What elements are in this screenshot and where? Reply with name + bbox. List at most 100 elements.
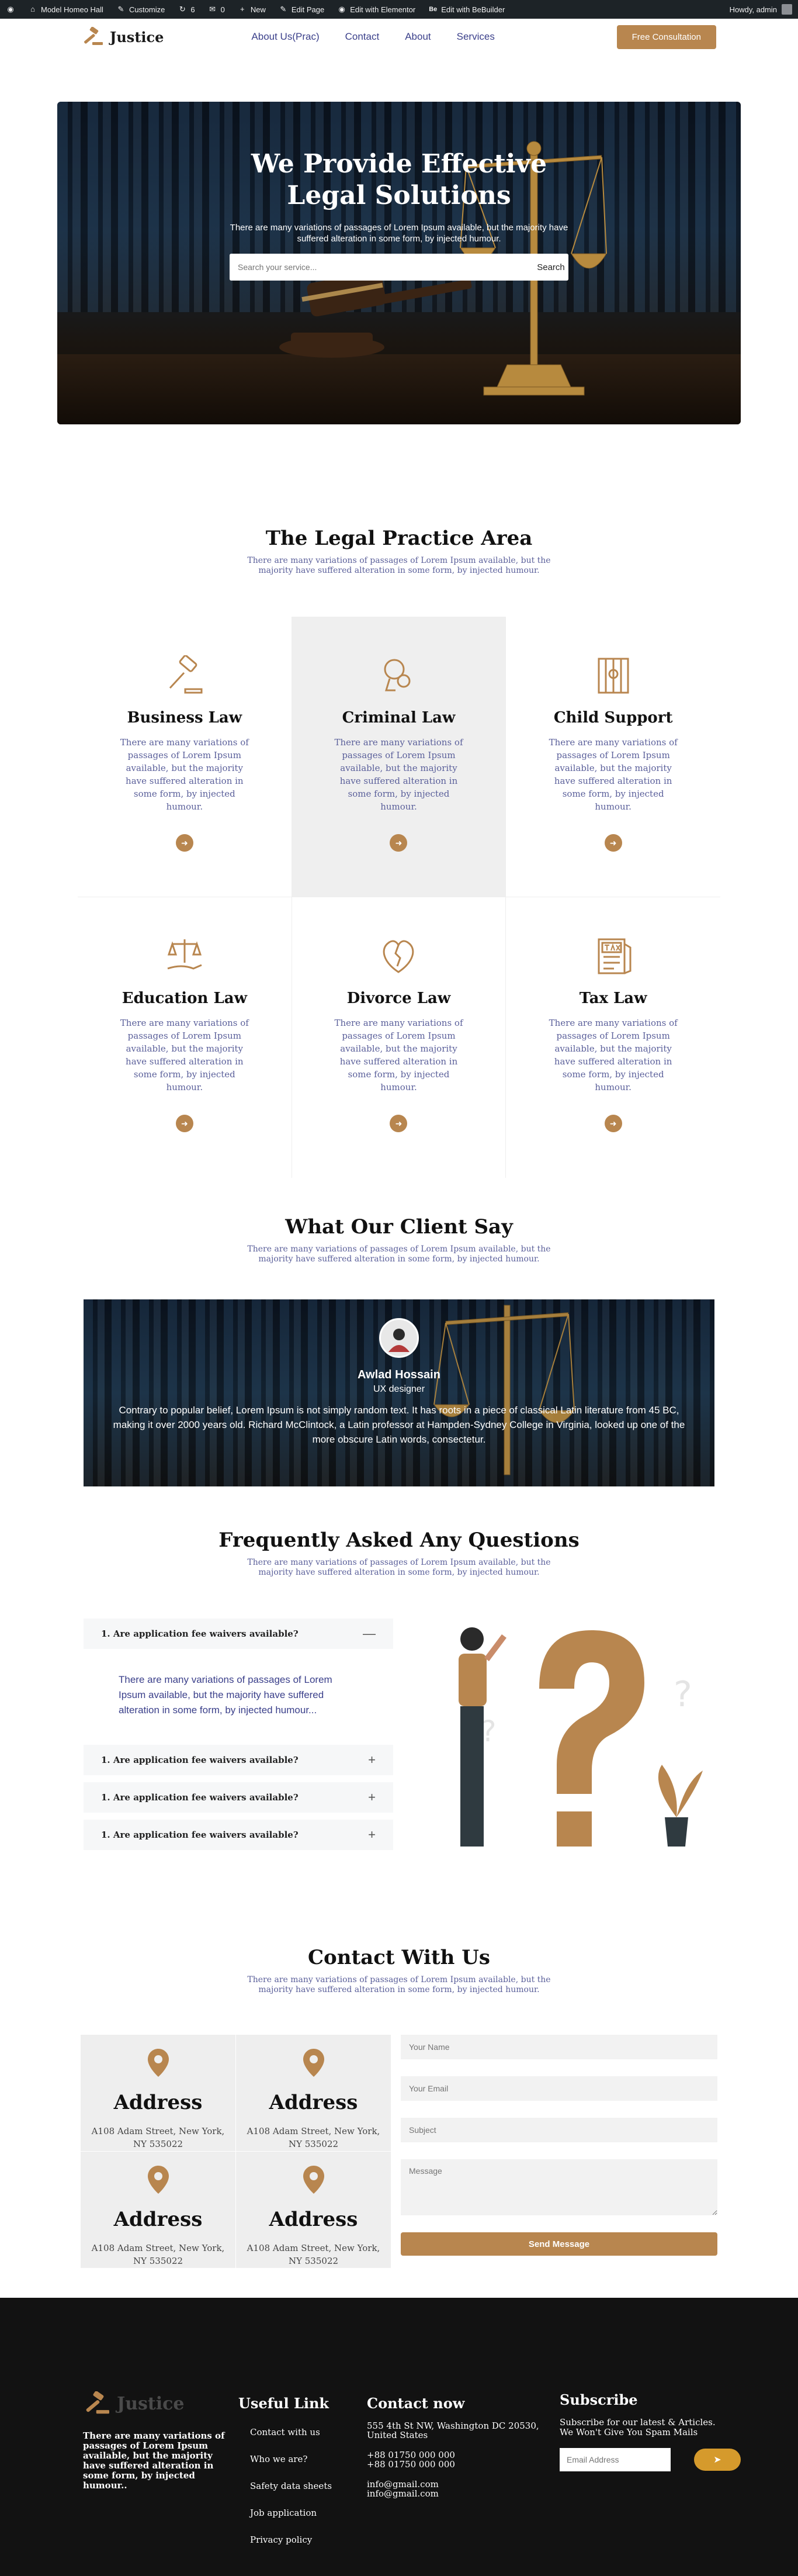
practice-card-criminal-law[interactable]: Criminal Law There are many variations o… [292, 617, 506, 897]
minus-icon[interactable]: — [363, 1626, 376, 1641]
new-content-link[interactable]: + New [238, 5, 266, 14]
elementor-icon: ◉ [338, 5, 345, 13]
practice-subtitle: There are many variations of passages of… [247, 556, 551, 575]
footer-link-contact[interactable]: Contact with us [250, 2427, 332, 2437]
card-text: There are many variations of passages of… [334, 737, 463, 812]
practice-card-business-law[interactable]: Business Law There are many variations o… [78, 617, 292, 897]
bebuilder-label: Edit with BeBuilder [441, 5, 505, 14]
arrow-right-icon[interactable]: ➜ [390, 1115, 408, 1132]
footer-link-privacy-policy[interactable]: Privacy policy [250, 2534, 332, 2545]
address-title: Address [269, 2091, 358, 2114]
person-avatar-icon [388, 1329, 410, 1352]
client-role: UX designer [373, 1384, 425, 1394]
testimonial-slider[interactable]: Awlad Hossain UX designer Contrary to po… [84, 1299, 714, 1486]
plus-icon[interactable]: + [368, 1827, 376, 1842]
free-consultation-button[interactable]: Free Consultation [616, 25, 716, 49]
refresh-icon: ↻ [179, 5, 186, 13]
card-title: Education Law [122, 990, 247, 1007]
arrow-right-icon[interactable]: ➜ [175, 834, 193, 852]
footer-link-safety-data[interactable]: Safety data sheets [250, 2481, 332, 2491]
wp-admin-bar: ◉ ⌂ Model Homeo Hall ✎ Customize ↻ 6 ✉ 0 + Ne… [0, 0, 798, 19]
subscribe-email-input[interactable] [560, 2448, 671, 2471]
testimonials-subtitle: There are many variations of passages of… [247, 1244, 551, 1264]
customize-link[interactable]: ✎ Customize [116, 5, 165, 14]
practice-card-tax-law[interactable]: Tax Law There are many variations of pas… [506, 897, 720, 1178]
footer-logo[interactable]: Justice [83, 2391, 235, 2416]
location-pin-icon [147, 2166, 169, 2194]
elementor-link[interactable]: ◉ Edit with Elementor [337, 5, 416, 14]
practice-area-section: The Legal Practice Area There are many v… [0, 527, 798, 1178]
plus-icon[interactable]: + [368, 1752, 376, 1768]
account-menu[interactable]: Howdy, admin [730, 4, 792, 15]
site-header: Justice About Us(Prac) Contact About Ser… [0, 19, 798, 55]
hero-content: We Provide Effective Legal Solutions The… [57, 148, 741, 281]
edit-page-link[interactable]: ✎ Edit Page [279, 5, 324, 14]
arrow-right-icon[interactable]: ➜ [604, 1115, 622, 1132]
email-field[interactable] [401, 2076, 717, 2101]
testimonials-section: What Our Client Say There are many varia… [0, 1215, 798, 1486]
subject-field[interactable] [401, 2118, 717, 2142]
updates-link[interactable]: ↻ 6 [178, 5, 195, 14]
main-nav: About Us(Prac) Contact About Services [251, 31, 494, 43]
nav-about-us-prac[interactable]: About Us(Prac) [251, 31, 319, 43]
nav-contact[interactable]: Contact [345, 31, 380, 43]
footer-phone-2[interactable]: +88 01750 000 000 [367, 2459, 455, 2470]
bebuilder-link[interactable]: Be Edit with BeBuilder [428, 5, 505, 14]
arrow-right-icon[interactable]: ➜ [604, 834, 622, 852]
site-logo-text: Justice [110, 28, 164, 46]
client-quote: Contrary to popular belief, Lorem Ipsum … [113, 1405, 685, 1445]
jail-icon [598, 658, 629, 694]
footer-email-2[interactable]: info@gmail.com [367, 2488, 439, 2499]
client-name: Awlad Hossain [358, 1368, 440, 1381]
gavel-icon [169, 655, 203, 694]
search-button[interactable]: Search [533, 254, 568, 281]
address-card: Address A108 Adam Street, New York, NY 5… [81, 2035, 236, 2152]
message-field[interactable] [401, 2159, 717, 2215]
faq-question: 1. Are application fee waivers available… [101, 1830, 299, 1840]
nav-about[interactable]: About [405, 31, 431, 43]
comments-link[interactable]: ✉ 0 [208, 5, 225, 14]
new-label: New [250, 5, 266, 14]
practice-title: The Legal Practice Area [265, 527, 533, 550]
contact-title: Contact With Us [308, 1946, 490, 1969]
address-text: A108 Adam Street, New York, NY 535022 [91, 2126, 225, 2149]
send-message-button[interactable]: Send Message [401, 2232, 717, 2256]
practice-card-child-support[interactable]: Child Support There are many variations … [506, 617, 720, 897]
address-title: Address [113, 2208, 203, 2231]
address-text: A108 Adam Street, New York, NY 535022 [91, 2243, 225, 2266]
hero-title-line-1: We Provide Effective [251, 149, 547, 179]
subscribe-title: Subscribe [560, 2391, 638, 2408]
comments-count: 0 [220, 5, 225, 14]
gavel-logo-icon [84, 27, 103, 45]
card-title: Business Law [127, 709, 242, 727]
customize-label: Customize [129, 5, 165, 14]
arrow-right-icon[interactable]: ➜ [175, 1115, 193, 1132]
footer-about-text: There are many variations of passages of… [83, 2430, 225, 2491]
contact-now-title: Contact now [367, 2395, 465, 2412]
footer-link-who-we-are[interactable]: Who we are? [250, 2454, 332, 2464]
location-pin-icon [303, 2049, 324, 2077]
svg-text:?: ? [674, 1674, 692, 1715]
nav-services[interactable]: Services [457, 31, 495, 43]
site-logo[interactable]: Justice [82, 27, 164, 47]
footer-link-job-application[interactable]: Job application [250, 2508, 332, 2518]
plus-icon[interactable]: + [368, 1790, 376, 1805]
practice-card-education-law[interactable]: Education Law There are many variations … [78, 897, 292, 1178]
wordpress-icon: ◉ [7, 5, 14, 13]
location-pin-icon [303, 2166, 324, 2194]
howdy-label: Howdy, admin [729, 5, 777, 14]
faq-item[interactable]: 1. Are application fee waivers available… [84, 1782, 393, 1813]
faq-item-open[interactable]: 1. Are application fee waivers available… [84, 1619, 393, 1649]
service-search-input[interactable] [230, 254, 533, 281]
footer-subscribe: Subscribe Subscribe for our latest & Art… [560, 2391, 741, 2471]
name-field[interactable] [401, 2035, 717, 2059]
site-name-menu[interactable]: ⌂ Model Homeo Hall [28, 5, 103, 14]
footer-phones: +88 01750 000 000 +88 01750 000 000 [367, 2450, 548, 2469]
wp-logo-menu[interactable]: ◉ [6, 5, 15, 14]
subscribe-button[interactable]: ➤ [694, 2449, 741, 2471]
admin-avatar [782, 4, 792, 15]
arrow-right-icon[interactable]: ➜ [390, 834, 408, 852]
faq-item[interactable]: 1. Are application fee waivers available… [84, 1745, 393, 1775]
practice-card-divorce-law[interactable]: Divorce Law There are many variations of… [292, 897, 506, 1178]
faq-item[interactable]: 1. Are application fee waivers available… [84, 1820, 393, 1850]
